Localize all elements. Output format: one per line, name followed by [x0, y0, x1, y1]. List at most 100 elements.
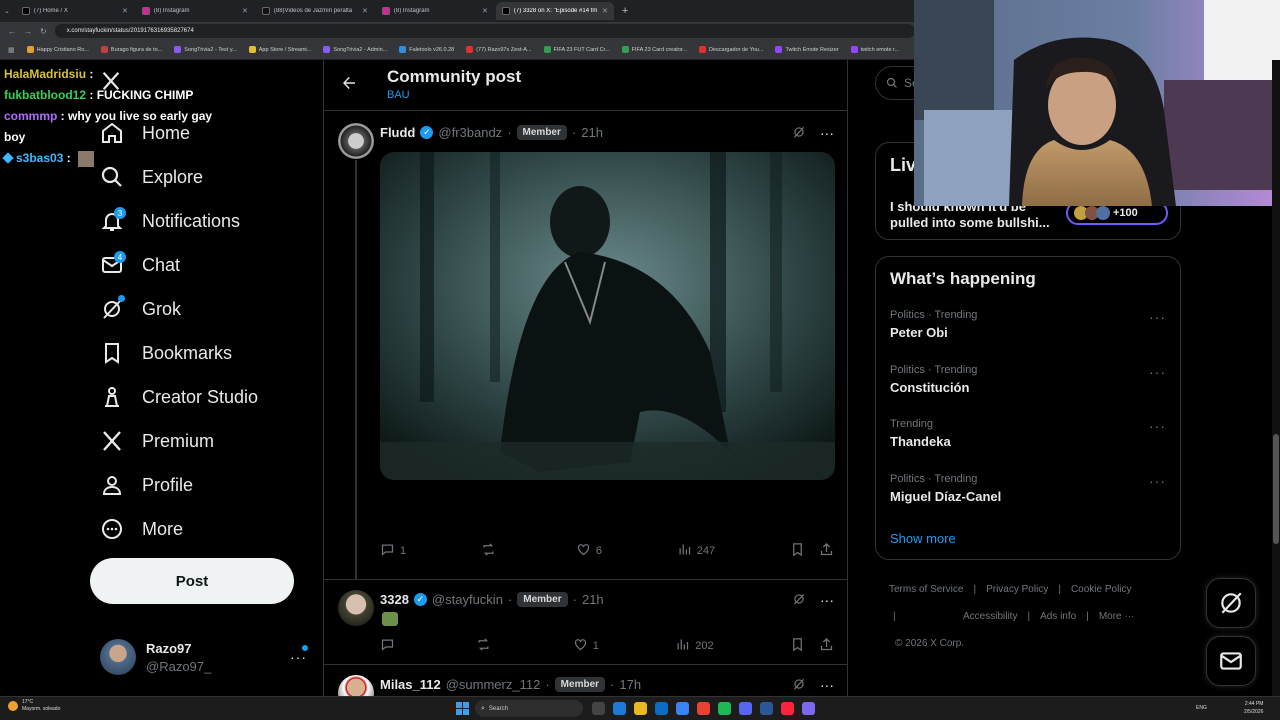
post-author-name[interactable]: Fludd: [380, 125, 415, 140]
repost-button[interactable]: [481, 542, 501, 560]
browser-tab[interactable]: (88)Videos de Jazmín peralta ✕: [256, 2, 374, 20]
post-item[interactable]: Fludd ✓ @fr3bandz · Member · 21h ··· 1 6 247: [324, 111, 847, 580]
nav-item-more[interactable]: More: [100, 514, 183, 544]
nav-item-grok[interactable]: Grok: [100, 294, 181, 324]
post-time[interactable]: 21h: [582, 592, 604, 607]
post-time[interactable]: 21h: [581, 125, 603, 140]
footer-link[interactable]: More ···: [1099, 606, 1135, 627]
post-time[interactable]: 17h: [619, 677, 641, 692]
discord-icon[interactable]: [739, 702, 752, 715]
weather-widget[interactable]: 17°C Mayorm. soleado: [8, 699, 60, 713]
trend-item[interactable]: Politics · Trending Miguel Díaz-Canel: [890, 473, 1001, 504]
url-field[interactable]: x.com/stayfuckin/status/2019176316935827…: [54, 24, 915, 38]
bookmark-item[interactable]: (77) Razo97s Zest-A...: [466, 46, 532, 53]
repost-button[interactable]: [476, 637, 496, 655]
trend-item[interactable]: Politics · Trending Peter Obi: [890, 309, 977, 340]
browser-tab[interactable]: (8) Instagram ✕: [136, 2, 254, 20]
bookmark-item[interactable]: Happy Cristiano Ro...: [26, 46, 89, 53]
forward-arrow-icon[interactable]: →: [24, 27, 32, 36]
more-dots-icon[interactable]: ···: [1149, 364, 1166, 380]
back-button[interactable]: [340, 74, 362, 96]
nav-item-notifications[interactable]: 3 Notifications: [100, 206, 240, 236]
more-dots-icon[interactable]: ···: [820, 677, 834, 694]
post-author-name[interactable]: Milas_112: [380, 677, 441, 692]
footer-link[interactable]: Privacy Policy: [986, 579, 1048, 600]
task-view-icon[interactable]: [592, 702, 605, 715]
footer-link[interactable]: Terms of Service: [889, 579, 963, 600]
avatar[interactable]: [338, 123, 374, 159]
start-button[interactable]: [456, 702, 469, 715]
tab-close-icon[interactable]: ✕: [242, 7, 248, 15]
grok-icon[interactable]: [792, 592, 806, 609]
reply-button[interactable]: 1: [380, 542, 406, 560]
more-dots-icon[interactable]: ···: [1149, 473, 1166, 489]
back-arrow-icon[interactable]: ←: [8, 27, 16, 36]
bookmark-item[interactable]: SongTrivia2 - Admin...: [323, 46, 387, 53]
tab-close-icon[interactable]: ✕: [602, 7, 608, 15]
post-item[interactable]: Milas_112@summerz_112·Member·17h···BANGG…: [324, 665, 847, 696]
bookmark-item[interactable]: FIFA 23 Card creator...: [621, 46, 687, 53]
clock[interactable]: 2:44 PM 2/5/2026: [1244, 700, 1263, 716]
more-dots-icon[interactable]: ···: [820, 125, 834, 142]
nav-item-chat[interactable]: 4 Chat: [100, 250, 180, 280]
music-icon[interactable]: [781, 702, 794, 715]
trend-item[interactable]: Politics · Trending Constitución: [890, 364, 977, 395]
share-icon[interactable]: [819, 637, 834, 655]
bookmark-icon[interactable]: [790, 542, 805, 560]
browser-tab[interactable]: (7) 3328 on X: "Episode #14 fm ✕: [495, 2, 614, 20]
avatar[interactable]: [338, 675, 374, 696]
post-media-image[interactable]: [380, 152, 835, 480]
edge-icon[interactable]: [613, 702, 626, 715]
post-author-handle[interactable]: @summerz_112: [446, 677, 541, 692]
browser-tab[interactable]: (8) Instagram ✕: [376, 2, 494, 20]
bookmark-item[interactable]: Twitch Emote Resizer: [775, 46, 839, 53]
more-dots-icon[interactable]: ···: [1149, 309, 1166, 325]
grok-icon[interactable]: [792, 125, 806, 142]
avatar[interactable]: [338, 590, 374, 626]
nav-item-premium[interactable]: Premium: [100, 426, 214, 456]
tab-search-button[interactable]: ⌄: [4, 7, 10, 15]
app-icon[interactable]: [802, 702, 815, 715]
chrome-icon[interactable]: [697, 702, 710, 715]
bookmark-icon[interactable]: [790, 637, 805, 655]
views-button[interactable]: 202: [675, 637, 714, 655]
show-more-link[interactable]: Show more: [890, 531, 956, 546]
taskbar-search[interactable]: ⌕ Search: [475, 700, 583, 717]
page-scrollbar[interactable]: [1272, 60, 1280, 696]
apps-grid-icon[interactable]: ▦: [8, 46, 15, 54]
grok-icon[interactable]: [792, 677, 806, 694]
share-icon[interactable]: [819, 542, 834, 560]
views-button[interactable]: 247: [677, 542, 715, 560]
post-author-name[interactable]: 3328: [380, 592, 409, 607]
like-button[interactable]: 1: [573, 637, 599, 655]
new-tab-button[interactable]: +: [622, 5, 628, 17]
trend-item[interactable]: Trending Thandeka: [890, 418, 951, 449]
bookmark-item[interactable]: Faletools v26.0.28: [399, 46, 454, 53]
grok-floating-button[interactable]: [1206, 578, 1256, 628]
footer-link[interactable]: Cookie Policy: [1071, 579, 1132, 600]
footer-link[interactable]: Ads info: [1040, 606, 1076, 627]
store-icon[interactable]: [655, 702, 668, 715]
language-indicator[interactable]: ENG: [1196, 705, 1207, 711]
post-item[interactable]: 3328 ✓ @stayfuckin · Member · 21h ··· 1 202: [324, 580, 847, 665]
bookmark-item[interactable]: Descargador de You...: [699, 46, 763, 53]
like-button[interactable]: 6: [576, 542, 602, 560]
settings-icon[interactable]: [760, 702, 773, 715]
nav-item-bookmarks[interactable]: Bookmarks: [100, 338, 232, 368]
post-author-handle[interactable]: @stayfuckin: [432, 592, 503, 607]
tab-close-icon[interactable]: ✕: [122, 7, 128, 15]
post-button[interactable]: Post: [90, 558, 294, 604]
bookmark-item[interactable]: twitch emote r...: [850, 46, 899, 53]
scrollbar-thumb[interactable]: [1273, 434, 1279, 544]
bookmark-item[interactable]: FIFA 23 FUT Card Cr...: [543, 46, 610, 53]
more-dots-icon[interactable]: ···: [1149, 418, 1166, 434]
account-switcher[interactable]: Razo97 @Razo97_ ···: [100, 639, 312, 675]
nav-item-creator-studio[interactable]: Creator Studio: [100, 382, 258, 412]
mail-app-icon[interactable]: [676, 702, 689, 715]
post-author-handle[interactable]: @fr3bandz: [438, 125, 502, 140]
nav-item-profile[interactable]: Profile: [100, 470, 193, 500]
footer-link[interactable]: Accessibility: [963, 606, 1017, 627]
reply-button[interactable]: [380, 637, 400, 655]
bookmark-item[interactable]: Burago figura de to...: [100, 46, 162, 53]
tab-close-icon[interactable]: ✕: [362, 7, 368, 15]
